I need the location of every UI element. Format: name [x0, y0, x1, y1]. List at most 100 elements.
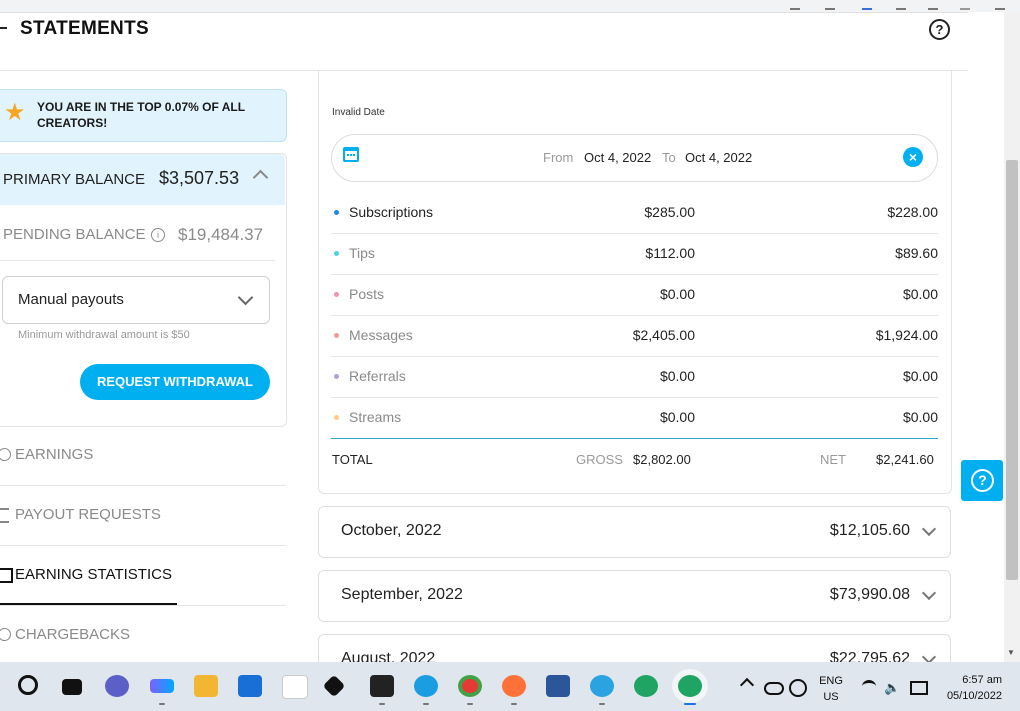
telegram-icon[interactable] [590, 675, 614, 697]
browser-sidebar-icon[interactable] [928, 0, 938, 10]
scrollbar-thumb[interactable] [1006, 160, 1018, 580]
nav-earning-statistics-label: EARNING STATISTICS [15, 566, 172, 583]
floating-help-button[interactable]: ? [961, 460, 1003, 501]
nav-earning-statistics[interactable]: EARNING STATISTICS [0, 545, 286, 606]
nav-payout-requests[interactable]: PAYOUT REQUESTS [0, 485, 286, 546]
scroll-down-arrow-icon[interactable]: ▼ [1007, 648, 1015, 657]
month-total: $73,990.08 [829, 586, 910, 603]
clock-date: 05/10/2022 [946, 690, 1002, 702]
star-icon: ★ [4, 99, 26, 126]
info-icon[interactable]: i [151, 228, 165, 242]
category-net: $0.00 [902, 409, 938, 425]
voice-recorder-icon[interactable] [150, 679, 174, 693]
browser-extension-icon[interactable] [862, 0, 872, 10]
category-net: $89.60 [895, 245, 938, 261]
wifi-icon[interactable] [862, 680, 876, 693]
volume-icon[interactable]: 🔈 [884, 680, 900, 696]
chargeback-icon [0, 628, 11, 641]
category-gross: $0.00 [659, 286, 695, 302]
minimum-withdrawal-note: Minimum withdrawal amount is $50 [18, 329, 190, 341]
category-net: $0.00 [902, 286, 938, 302]
category-dot-icon [334, 251, 339, 256]
back-arrow-icon[interactable] [0, 27, 7, 29]
earnings-row: Streams $0.00 $0.00 [331, 397, 938, 438]
bank-icon [0, 508, 9, 523]
category-gross: $2,405.00 [632, 327, 695, 343]
clear-date-icon[interactable]: × [903, 147, 923, 167]
search-icon[interactable] [18, 675, 38, 695]
browser-profile-icon[interactable] [960, 0, 970, 10]
amazon-icon[interactable] [282, 675, 308, 699]
gross-label: GROSS [576, 452, 623, 467]
request-withdrawal-button[interactable]: REQUEST WITHDRAWAL [80, 364, 270, 400]
category-gross: $0.00 [659, 368, 695, 384]
sticky-notes-icon[interactable] [370, 675, 394, 697]
category-label: Messages [349, 327, 413, 343]
browser-close-icon[interactable] [825, 0, 835, 10]
browser-toolbar-icon[interactable] [790, 0, 800, 10]
month-label: September, 2022 [341, 586, 463, 603]
category-dot-icon [334, 374, 339, 379]
chrome-icon[interactable] [458, 675, 482, 697]
date-to-value: Oct 4, 2022 [685, 150, 753, 165]
category-gross: $285.00 [644, 204, 695, 220]
category-gross: $112.00 [645, 245, 695, 261]
running-indicator [423, 703, 429, 705]
running-indicator [379, 703, 385, 705]
month-label: October, 2022 [341, 522, 442, 539]
file-explorer-icon[interactable] [194, 675, 218, 697]
word-icon[interactable] [546, 675, 570, 697]
date-from-label: From [543, 150, 574, 165]
invalid-date-text: Invalid Date [332, 107, 385, 118]
running-indicator [511, 703, 517, 705]
gross-total-value: $2,802.00 [633, 452, 691, 467]
total-label: TOTAL [332, 452, 373, 467]
running-indicator [159, 703, 165, 705]
browser-menu-icon[interactable] [995, 0, 1005, 10]
nav-chargebacks[interactable]: CHARGEBACKS [0, 605, 286, 665]
active-app-icon[interactable] [678, 675, 702, 697]
sync-icon[interactable] [789, 679, 807, 697]
earnings-row: Posts $0.00 $0.00 [331, 274, 938, 316]
earnings-row: Referrals $0.00 $0.00 [331, 356, 938, 398]
battery-icon[interactable] [910, 681, 928, 695]
primary-balance-label: PRIMARY BALANCE [3, 171, 145, 188]
running-indicator [599, 703, 605, 705]
banner-text: YOU ARE IN THE TOP 0.07% OF ALL CREATORS… [37, 100, 245, 130]
divider [0, 260, 275, 261]
calendar-icon[interactable] [343, 147, 359, 162]
date-from-value: Oct 4, 2022 [584, 150, 652, 165]
browser-extensions-icon[interactable] [896, 0, 906, 10]
onedrive-icon[interactable] [764, 682, 784, 695]
earnings-row: Tips $112.00 $89.60 [331, 233, 938, 275]
language-code: ENG [819, 675, 843, 687]
nav-earnings-label: EARNINGS [15, 446, 94, 463]
teams-chat-icon[interactable] [105, 675, 129, 697]
category-dot-icon [334, 333, 339, 338]
category-net: $0.00 [902, 368, 938, 384]
language-indicator[interactable]: ENG US [818, 673, 844, 705]
primary-balance-value: $3,507.53 [159, 168, 240, 188]
clock[interactable]: 6:57 am 05/10/2022 [940, 672, 1002, 704]
month-card[interactable]: October, 2022 $12,105.60 [318, 506, 951, 558]
month-card[interactable]: September, 2022 $73,990.08 [318, 570, 951, 622]
nav-payout-requests-label: PAYOUT REQUESTS [15, 506, 161, 523]
month-card[interactable]: August, 2022 $22,795.62 [318, 634, 951, 663]
net-total-value: $2,241.60 [876, 452, 934, 467]
help-icon[interactable]: ? [929, 19, 950, 40]
pending-balance-value: $19,484.37 [178, 225, 264, 244]
firefox-icon[interactable] [502, 675, 526, 697]
edge-icon[interactable] [414, 675, 438, 697]
task-view-icon[interactable] [62, 679, 82, 695]
help-icon: ? [971, 469, 994, 492]
category-gross: $0.00 [659, 409, 695, 425]
nav-earnings[interactable]: EARNINGS [0, 425, 286, 486]
store-icon[interactable] [238, 675, 262, 697]
pending-balance-label: PENDING BALANCE [3, 226, 146, 243]
net-label: NET [820, 452, 846, 467]
clock-time: 6:57 am [962, 674, 1002, 686]
page-title: STATEMENTS [20, 18, 149, 39]
app-icon[interactable] [634, 675, 658, 697]
category-dot-icon [334, 292, 339, 297]
dollar-circle-icon [0, 448, 11, 461]
